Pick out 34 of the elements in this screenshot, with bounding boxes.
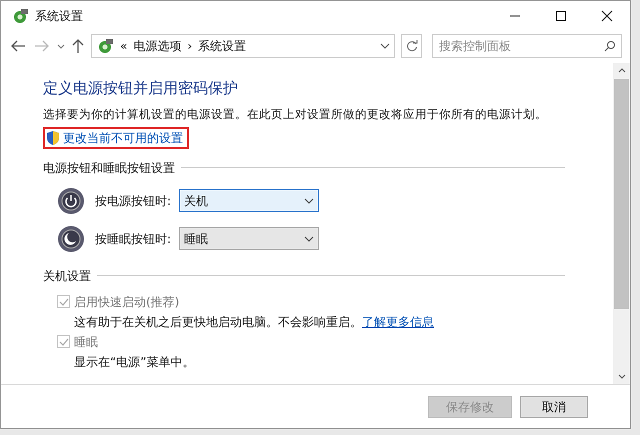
breadcrumb[interactable]: « [120,37,128,55]
back-icon[interactable] [9,39,27,53]
page-heading: 定义电源按钮并启用密码保护 [43,78,239,99]
search-field[interactable]: 搜索控制面板 [432,34,622,58]
moon-icon [57,224,85,253]
breadcrumb[interactable]: 电源选项 [133,37,182,55]
shield-icon [46,130,60,146]
chevron-down-icon[interactable] [380,42,390,50]
refresh-icon[interactable] [406,40,418,52]
breadcrumb[interactable]: › [187,37,192,55]
window-title: 系统设置 [35,8,83,25]
chevron-down-icon [304,234,314,243]
admin-settings-link[interactable]: 更改当前不可用的设置 [43,126,189,149]
search-icon[interactable] [604,40,616,52]
section-title: 关机设置 [43,268,91,285]
description-text: 选择要为你的计算机设置的电源设置。在此页上对设置所做的更改将应用于你所有的电源计划。 [43,106,548,122]
up-icon[interactable] [71,38,85,54]
option-description: 显示在“电源”菜单中。 [74,354,194,371]
chevron-down-icon [304,196,314,205]
address-bar[interactable]: « 电源选项 › 系统设置 [91,34,396,58]
section-title: 电源按钮和睡眠按钮设置 [43,160,175,177]
breadcrumb[interactable]: 系统设置 [198,37,246,55]
checkbox-label: 启用快速启动(推荐) [74,294,180,311]
option-description: 这有助于在关机之后更快地启动电脑。不会影响重启。 [74,314,362,331]
checkbox-label: 睡眠 [74,334,98,351]
dropdown[interactable]: 关机 [179,189,319,212]
control-panel-icon [11,7,29,25]
setting-label: 按电源按钮时: [95,192,172,210]
power-icon [57,186,85,215]
scrollbar[interactable] [613,63,630,384]
control-panel-icon [96,37,114,55]
dropdown[interactable]: 睡眠 [179,227,319,250]
setting-label: 按睡眠按钮时: [95,230,172,248]
dialog-button[interactable]: 取消 [520,396,588,418]
